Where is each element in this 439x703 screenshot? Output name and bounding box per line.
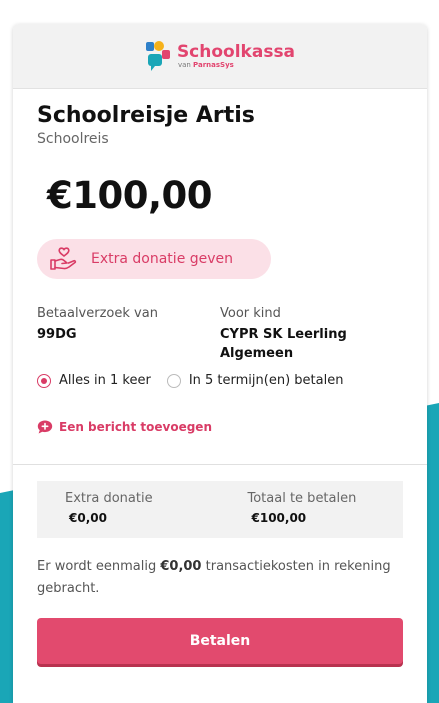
fee-text-pre: Er wordt eenmalig [37,559,157,574]
payment-summary: Extra donatie €0,00 Totaal te betalen €1… [37,481,403,538]
radio-unselected-icon[interactable] [166,373,181,388]
payment-options: Alles in 1 keer In 5 termijn(en) betalen [37,373,403,388]
child-label: Voor kind [220,306,281,321]
page-title: Schoolreisje Artis [37,103,255,128]
brand-sub-prefix: van [177,61,191,69]
schoolkassa-logo: Schoolkassa van ParnasSys [145,40,295,72]
extra-donation-button[interactable]: Extra donatie geven [37,239,271,279]
child-value: CYPR SK Leerling Algemeen [220,327,347,361]
brand-name: Schoolkassa [176,42,296,62]
hand-heart-icon [50,247,77,270]
radio-selected-icon[interactable] [37,373,51,388]
request-info: Betaalverzoek van 99DG Voor kind CYPR SK… [37,306,403,363]
requester-label: Betaalverzoek van [37,306,158,321]
chat-plus-icon [37,420,53,434]
total-label: Totaal te betalen [247,491,357,506]
card-header: Schoolkassa van ParnasSys [13,24,427,89]
add-message-link[interactable]: Een bericht toevoegen [37,420,403,434]
transaction-fee-note: Er wordt eenmalig €0,00 transactiekosten… [37,556,403,600]
option-installments[interactable]: In 5 termijn(en) betalen [166,373,344,388]
page-subtitle: Schoolreis [37,131,109,147]
donation-summary-label: Extra donatie [65,491,153,506]
donation-summary-value: €0,00 [69,511,107,525]
divider [13,464,427,465]
total-value: €100,00 [251,511,307,525]
schoolkassa-logo-icon [145,41,170,71]
pay-button[interactable]: Betalen [37,618,403,664]
option-installments-label: In 5 termijn(en) betalen [188,373,344,388]
option-pay-once[interactable]: Alles in 1 keer [37,373,151,388]
request-amount: €100,00 [47,174,213,217]
option-pay-once-label: Alles in 1 keer [59,373,151,388]
requester-value: 99DG [37,327,77,342]
fee-amount: €0,00 [160,559,202,574]
payment-card: Schoolkassa van ParnasSys Schoolreisje A… [13,24,427,703]
brand-sub-name: ParnasSys [193,61,234,69]
add-message-label: Een bericht toevoegen [59,420,212,434]
brand-subline: van ParnasSys [178,61,295,69]
pay-button-label: Betalen [189,633,251,649]
extra-donation-label: Extra donatie geven [91,251,234,267]
